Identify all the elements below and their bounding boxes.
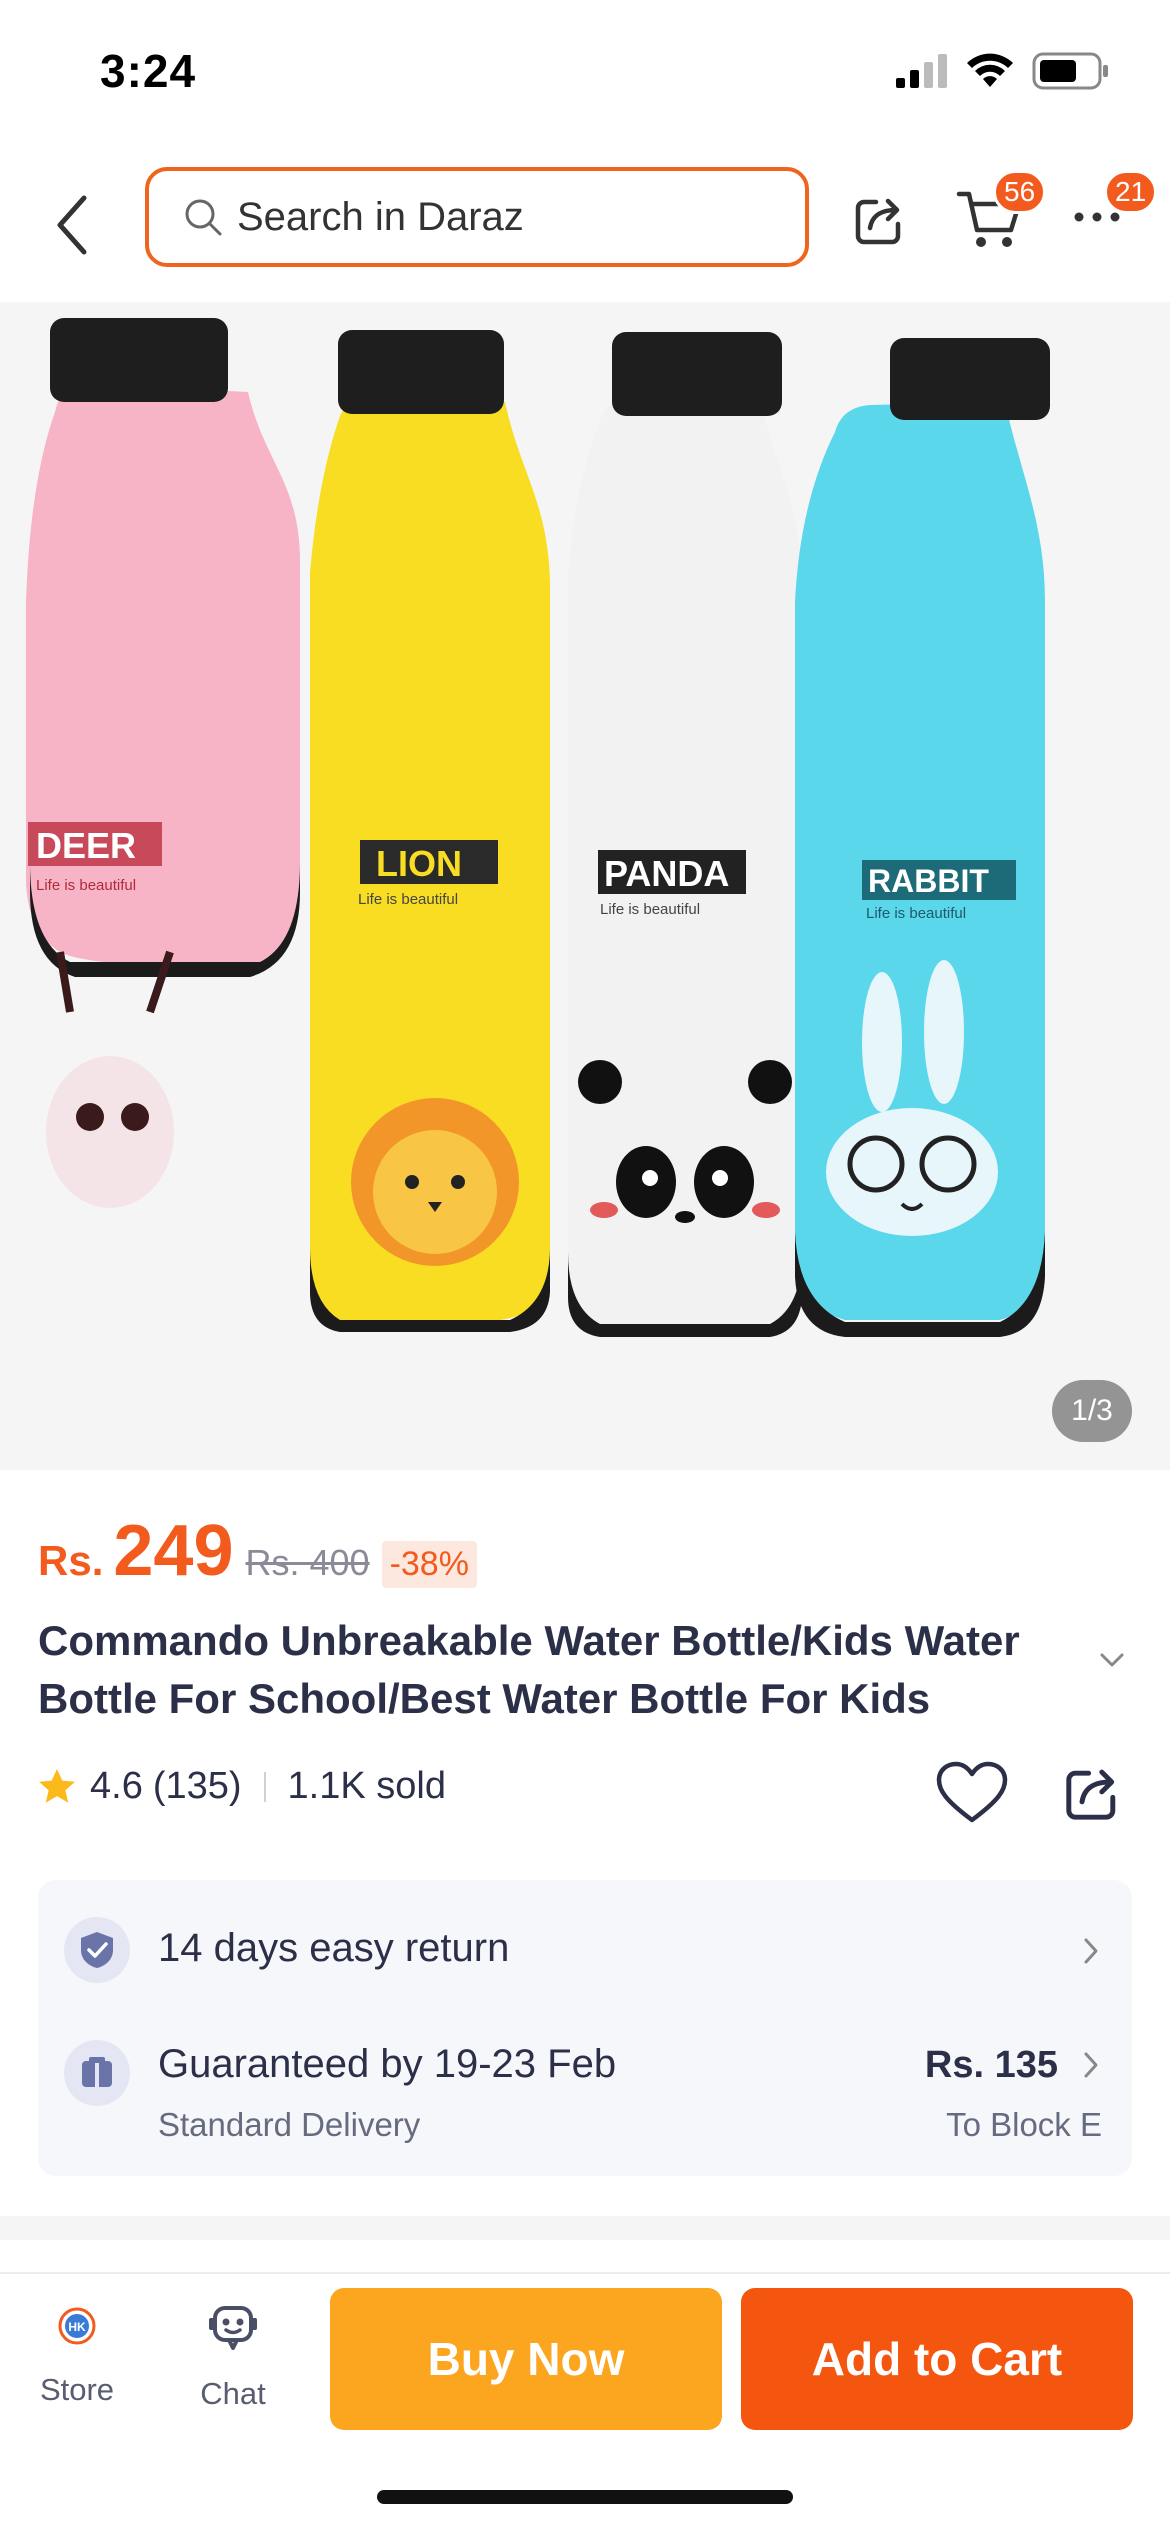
delivery-type-text: Standard Delivery [158,2106,421,2143]
return-shield-icon [64,1917,130,1983]
cart-count-badge: 56 [993,170,1047,214]
battery-icon [1032,52,1108,90]
store-button[interactable]: HK Store [12,2302,142,2408]
chevron-right-icon [1084,1938,1098,1964]
svg-text:HK: HK [68,2320,86,2334]
notification-count-badge: 21 [1104,170,1158,214]
delivery-fee: Rs. 135 [924,2044,1058,2086]
chevron-right-icon [1084,2052,1098,2078]
bottle-tagline-lion: Life is beautiful [358,891,458,908]
back-button[interactable] [48,192,98,258]
rating-row[interactable]: 4.6 (135) 1.1K sold [36,1765,446,1808]
add-to-cart-button[interactable]: Add to Cart [741,2288,1133,2430]
section-divider [0,2216,1170,2240]
heart-icon [936,1761,1008,1823]
discount-badge: -38% [381,1541,477,1588]
chevron-down-icon [1100,1653,1124,1667]
current-price: 249 [113,1511,234,1591]
header-share-button[interactable] [850,190,910,250]
home-indicator[interactable] [377,2490,793,2504]
wifi-icon [967,53,1013,87]
product-image: DEER Life is beautiful LION Life is beau… [26,318,1050,1337]
chat-button[interactable]: Chat [168,2302,298,2412]
delivery-destination: To Block E [946,2106,1102,2143]
bottle-rabbit: RABBIT Life is beautiful [795,338,1050,1337]
bottle-deer: DEER Life is beautiful [26,318,300,1208]
product-image-gallery[interactable]: DEER Life is beautiful LION Life is beau… [0,302,1170,1470]
search-icon [185,199,222,236]
chat-label: Chat [200,2376,266,2411]
image-counter: 1/3 [1052,1380,1132,1442]
bottle-label-panda: PANDA [604,853,729,894]
share-icon [1066,1769,1116,1820]
expand-title-button[interactable] [1090,1645,1134,1675]
wishlist-button[interactable] [935,1760,1009,1826]
status-icons [896,52,1110,90]
original-price: Rs. 400 [245,1542,370,1583]
bottle-label-deer: DEER [36,825,136,866]
chat-bot-icon [209,2306,257,2350]
search-placeholder: Search in Daraz [237,194,524,239]
cellular-signal-icon [896,54,947,88]
share-icon [855,198,901,245]
bottle-label-lion: LION [376,843,462,884]
bottle-lion: LION Life is beautiful [310,330,550,1332]
sold-count: 1.1K sold [287,1765,446,1807]
product-title: Commando Unbreakable Water Bottle/Kids W… [38,1617,1020,1722]
return-policy-text: 14 days easy return [158,1926,510,1970]
bottle-tagline-deer: Life is beautiful [36,877,136,894]
return-policy-row[interactable]: 14 days easy return [38,1880,1132,2020]
top-navigation: Search in Daraz 56 21 [0,150,1170,300]
status-bar: 3:24 [0,0,1170,150]
rating-value: 4.6 [90,1765,143,1807]
price-row: Rs. 249 Rs. 400 -38% [38,1510,477,1592]
search-input[interactable]: Search in Daraz [145,167,809,267]
store-logo-icon: HK [58,2307,96,2345]
delivery-guarantee-text: Guaranteed by 19-23 Feb [158,2042,617,2086]
status-time: 3:24 [100,45,197,97]
rating-count: (135) [152,1765,242,1807]
price-currency: Rs. [38,1537,104,1584]
bottle-panda: PANDA Life is beautiful [568,332,802,1337]
buy-now-button[interactable]: Buy Now [330,2288,722,2430]
meta-divider [263,1771,266,1802]
service-card: 14 days easy return Guaranteed by 19-23 … [38,1880,1132,2176]
delivery-row[interactable]: Guaranteed by 19-23 Feb Standard Deliver… [38,2020,1132,2176]
bottle-tagline-rabbit: Life is beautiful [866,905,966,922]
store-label: Store [39,2372,115,2407]
star-icon [39,1768,75,1803]
bottle-tagline-panda: Life is beautiful [600,901,700,918]
bottle-label-rabbit: RABBIT [868,863,989,899]
chevron-left-icon [57,195,87,255]
delivery-box-icon [64,2040,130,2106]
product-share-button[interactable] [1060,1760,1126,1826]
